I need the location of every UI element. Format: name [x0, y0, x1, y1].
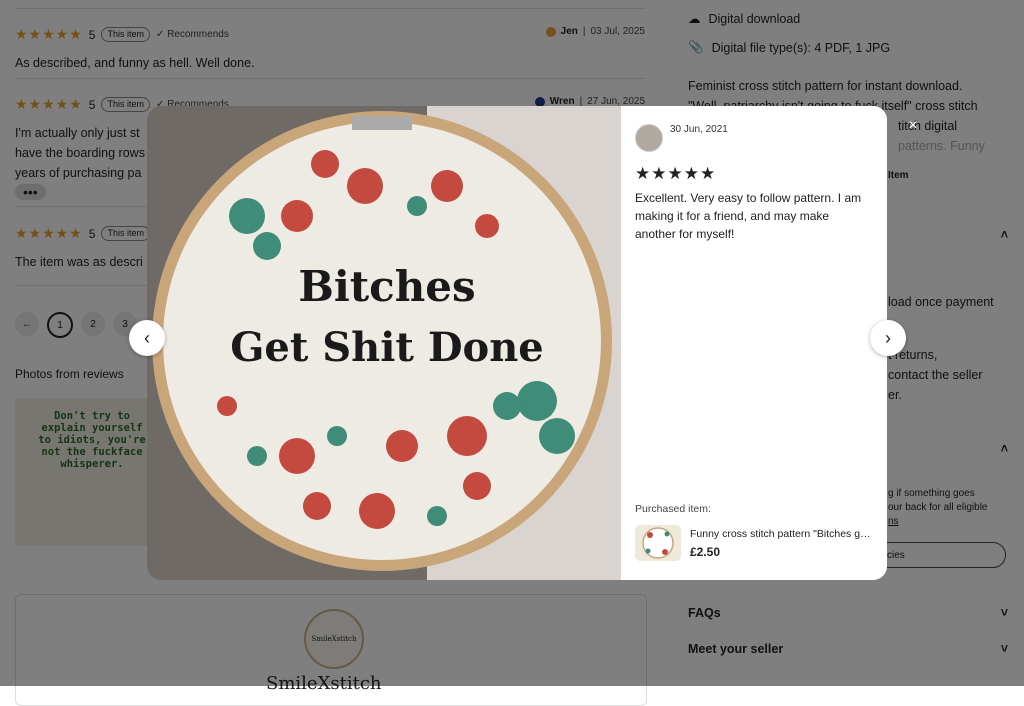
close-icon[interactable]: × — [903, 116, 923, 136]
cross-stitch-photo: Bitches Get Shit Done — [147, 106, 621, 580]
rating-stars: ★★★★★ — [635, 164, 717, 183]
previous-photo-button[interactable]: ‹ — [129, 320, 165, 356]
review-photo-modal: Bitches Get Shit Done 30 Jun, 2021 ★★★★★… — [147, 106, 887, 580]
review-date: 30 Jun, 2021 — [670, 124, 728, 135]
purchased-item-title[interactable]: Funny cross stitch pattern "Bitches get … — [690, 528, 875, 540]
avatar[interactable] — [635, 124, 663, 152]
photo-text-line1: Bitches — [298, 262, 475, 311]
review-detail-panel: 30 Jun, 2021 ★★★★★ Excellent. Very easy … — [621, 106, 887, 580]
purchased-item-label: Purchased item: — [635, 503, 711, 515]
review-text: Excellent. Very easy to follow pattern. … — [635, 191, 862, 241]
purchased-item-thumbnail[interactable] — [635, 525, 681, 561]
purchased-item-price: £2.50 — [690, 545, 721, 559]
thumbnail-hoop-icon — [642, 527, 674, 559]
photo-text-line2: Get Shit Done — [230, 324, 543, 371]
next-photo-button[interactable]: › — [870, 320, 906, 356]
review-photo: Bitches Get Shit Done — [147, 106, 621, 580]
